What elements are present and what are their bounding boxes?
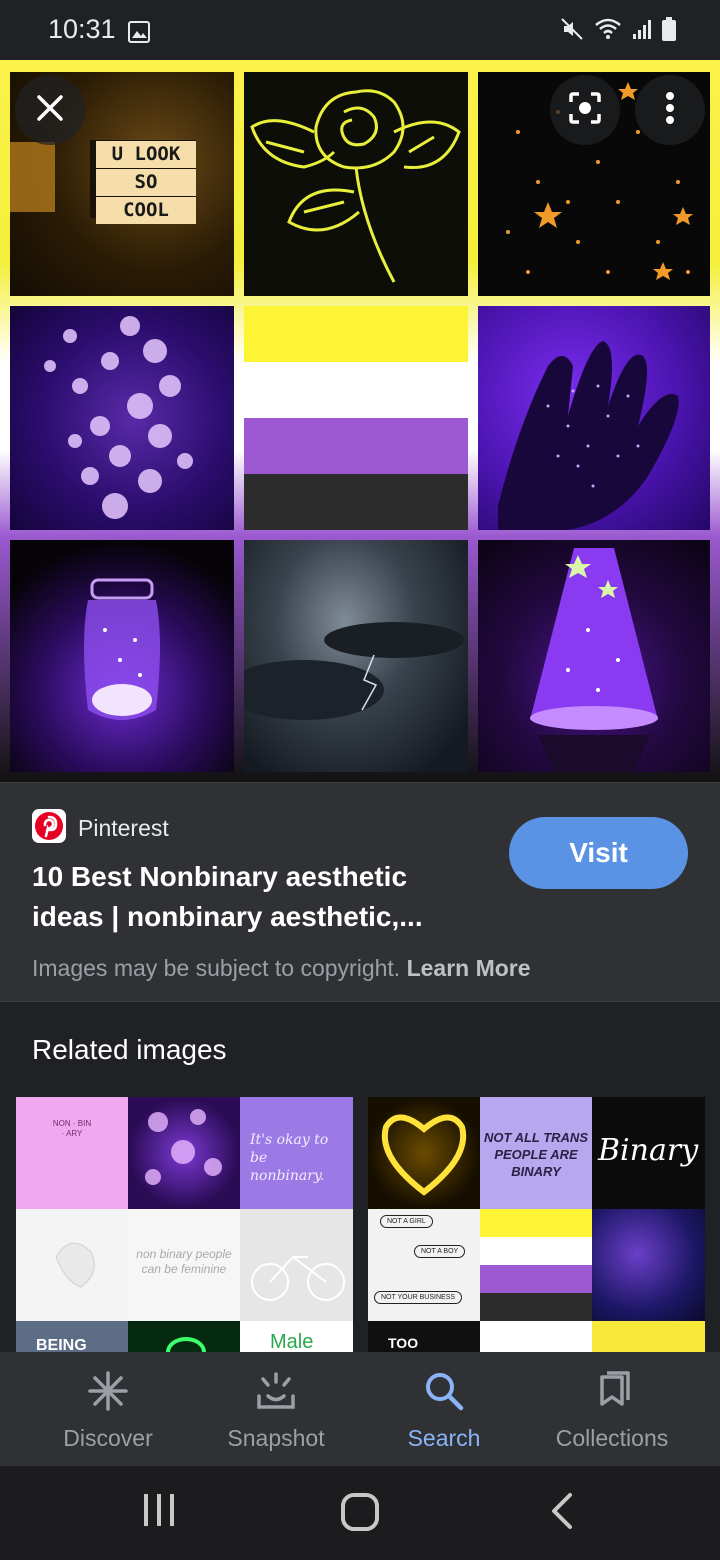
wifi-icon <box>594 17 622 46</box>
close-icon <box>36 94 64 127</box>
nonbinary-flag-image <box>244 306 468 530</box>
neon-rose-image <box>244 72 468 296</box>
related-images-heading: Related images <box>32 1034 227 1065</box>
signal-icon <box>632 18 652 45</box>
not-all-trans-text: NOT ALL TRANS PEOPLE ARE BINARY <box>484 1130 588 1179</box>
nav-discover[interactable]: Discover <box>24 1352 192 1466</box>
lava-lamp-image <box>478 540 710 772</box>
not-a-boy-text: NOT A BOY <box>414 1245 466 1258</box>
discover-asterisk-icon <box>87 1370 129 1417</box>
learn-more-link[interactable]: Learn More <box>407 955 531 981</box>
more-vert-icon <box>665 91 675 130</box>
nav-snapshot-label: Snapshot <box>227 1425 325 1451</box>
close-button[interactable] <box>15 75 85 145</box>
google-lens-icon <box>568 91 602 130</box>
result-title[interactable]: 10 Best Nonbinary aesthetic ideas | nonb… <box>32 857 472 937</box>
status-time: 10:31 <box>48 14 116 44</box>
collections-bookmark-icon <box>591 1370 633 1417</box>
image-source-panel: Pinterest 10 Best Nonbinary aesthetic id… <box>0 782 720 1002</box>
mute-icon <box>560 17 584 46</box>
search-icon <box>423 1370 465 1417</box>
lightbox-line-3: COOL <box>96 197 196 224</box>
image-viewer[interactable]: U LOOK SO COOL <box>0 60 720 782</box>
pinterest-logo-icon <box>32 809 66 848</box>
related-image-2[interactable]: NOT ALL TRANS PEOPLE ARE BINARY Binary N… <box>368 1097 705 1353</box>
binary-logo-text: Binary <box>598 1133 699 1168</box>
status-bar: 10:31 <box>0 0 720 60</box>
recents-icon[interactable] <box>142 1492 176 1533</box>
feminine-text: non binary people can be feminine <box>136 1247 232 1276</box>
nav-collections-label: Collections <box>555 1425 669 1451</box>
not-your-business-text: NOT YOUR BUSINESS <box>374 1291 463 1304</box>
non-bin-ary-text: NON · BIN · ARY <box>52 1119 92 1138</box>
nav-collections[interactable]: Collections <box>528 1352 696 1466</box>
source-site[interactable]: Pinterest <box>32 809 169 848</box>
bottom-navigation: Discover Snapshot Search Collections <box>0 1352 720 1466</box>
nav-discover-label: Discover <box>63 1425 153 1451</box>
visit-button[interactable]: Visit <box>509 817 688 889</box>
related-image-1[interactable]: NON · BIN · ARY It's okay to be nonbinar… <box>16 1097 353 1353</box>
snapshot-icon <box>255 1370 297 1417</box>
lightbox-line-2: SO <box>96 169 196 196</box>
being-text: BEING <box>36 1337 87 1353</box>
battery-icon <box>662 17 676 46</box>
nav-search-label: Search <box>407 1425 481 1451</box>
lightbox-line-1: U LOOK <box>96 141 196 168</box>
copyright-notice: Images may be subject to copyright. Lear… <box>32 955 531 982</box>
more-options-button[interactable] <box>635 75 705 145</box>
system-navigation-bar <box>0 1466 720 1560</box>
copyright-text: Images may be subject to copyright. <box>32 955 401 981</box>
nav-search[interactable]: Search <box>360 1352 528 1466</box>
glowing-jar-image <box>10 540 234 772</box>
too-text: TOO <box>388 1335 419 1351</box>
source-site-name: Pinterest <box>78 815 169 841</box>
back-icon[interactable] <box>548 1492 574 1535</box>
purple-bokeh-image <box>10 306 234 530</box>
nav-snapshot[interactable]: Snapshot <box>192 1352 360 1466</box>
male-text: Male <box>270 1331 314 1353</box>
google-lens-button[interactable] <box>550 75 620 145</box>
home-icon[interactable] <box>340 1492 380 1537</box>
okay-nonbinary-text: It's okay to be nonbinary. <box>250 1132 329 1184</box>
glitter-hands-image <box>478 306 710 530</box>
not-a-girl-text: NOT A GIRL <box>380 1215 433 1228</box>
image-notification-icon <box>128 21 150 48</box>
storm-clouds-image <box>244 540 468 772</box>
